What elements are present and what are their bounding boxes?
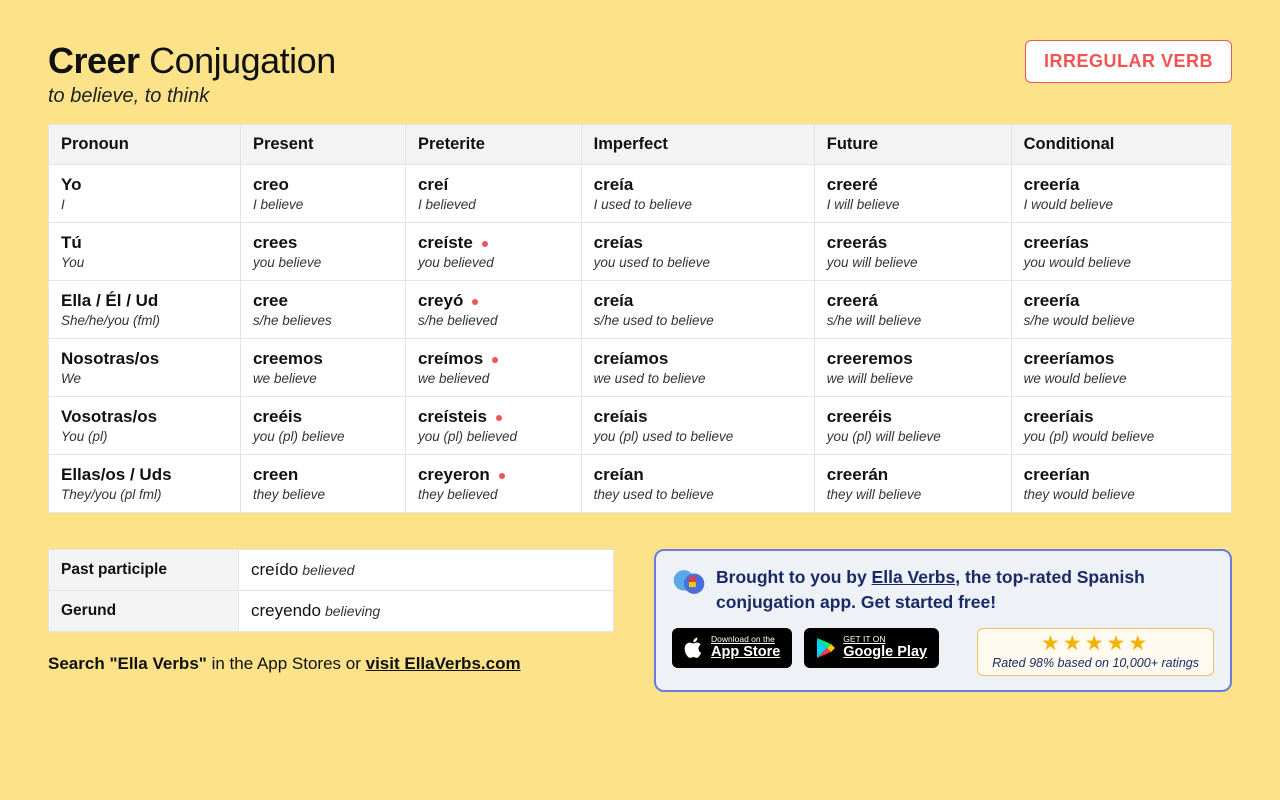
conjugation-cell: creísteis you (pl) believed — [405, 397, 581, 455]
conjugation-cell: creeránthey will believe — [814, 455, 1011, 513]
visit-link[interactable]: visit EllaVerbs.com — [366, 654, 521, 673]
conjugation-cell: crees/he believes — [240, 281, 405, 339]
table-row: Ellas/os / UdsThey/you (pl fml)creenthey… — [49, 455, 1232, 513]
verb-translation: to believe, to think — [48, 85, 336, 108]
extra-forms-table: Past participlecreídobelievedGerundcreye… — [48, 549, 614, 632]
conjugation-cell: creerás/he will believe — [814, 281, 1011, 339]
google-play-badge[interactable]: GET IT ON Google Play — [804, 628, 939, 668]
irregular-dot-icon — [499, 473, 505, 479]
table-row: YoIcreoI believecreíI believedcreíaI use… — [49, 165, 1232, 223]
conjugation-cell: creeréI will believe — [814, 165, 1011, 223]
form-value: creyendobelieving — [239, 591, 614, 632]
conjugation-cell: creeríaI would believe — [1011, 165, 1231, 223]
app-store-badge[interactable]: Download on the App Store — [672, 628, 792, 668]
conjugation-cell: creyó s/he believed — [405, 281, 581, 339]
apple-icon — [684, 636, 704, 660]
conjugation-cell: creemoswe believe — [240, 339, 405, 397]
star-icon: ★★★★★ — [992, 633, 1199, 654]
conjugation-cell: creeremoswe will believe — [814, 339, 1011, 397]
irregular-dot-icon — [482, 241, 488, 247]
conjugation-cell: creeríanthey would believe — [1011, 455, 1231, 513]
conjugation-cell: creeríamoswe would believe — [1011, 339, 1231, 397]
form-label: Past participle — [49, 550, 239, 591]
conjugation-cell: creíanthey used to believe — [581, 455, 814, 513]
irregular-dot-icon — [492, 357, 498, 363]
conjugation-cell: creenthey believe — [240, 455, 405, 513]
conjugation-cell: creíI believed — [405, 165, 581, 223]
conjugation-cell: creíaI used to believe — [581, 165, 814, 223]
conjugation-table: PronounPresentPreteriteImperfectFutureCo… — [48, 124, 1232, 513]
pronoun-cell: Nosotras/osWe — [49, 339, 241, 397]
search-instructions: Search "Ella Verbs" in the App Stores or… — [48, 654, 614, 674]
pronoun-cell: YoI — [49, 165, 241, 223]
conjugation-cell: creías/he used to believe — [581, 281, 814, 339]
column-header: Pronoun — [49, 125, 241, 165]
conjugation-cell: creeríaisyou (pl) would believe — [1011, 397, 1231, 455]
column-header: Present — [240, 125, 405, 165]
table-row: Vosotras/osYou (pl)creéisyou (pl) believ… — [49, 397, 1232, 455]
table-row: Nosotras/osWecreemoswe believecreímos we… — [49, 339, 1232, 397]
irregular-badge: IRREGULAR VERB — [1025, 40, 1232, 83]
ella-verbs-link[interactable]: Ella Verbs — [872, 567, 956, 587]
rating-box: ★★★★★ Rated 98% based on 10,000+ ratings — [977, 628, 1214, 676]
conjugation-cell: creeríasyou would believe — [1011, 223, 1231, 281]
table-row: Ella / Él / UdShe/he/you (fml)crees/he b… — [49, 281, 1232, 339]
conjugation-cell: creesyou believe — [240, 223, 405, 281]
form-label: Gerund — [49, 591, 239, 632]
pronoun-cell: Ella / Él / UdShe/he/you (fml) — [49, 281, 241, 339]
column-header: Imperfect — [581, 125, 814, 165]
table-row: Past participlecreídobelieved — [49, 550, 614, 591]
pronoun-cell: Vosotras/osYou (pl) — [49, 397, 241, 455]
irregular-dot-icon — [496, 415, 502, 421]
conjugation-cell: creíaisyou (pl) used to believe — [581, 397, 814, 455]
page-title: Creer Conjugation — [48, 40, 336, 82]
conjugation-cell: creíste you believed — [405, 223, 581, 281]
column-header: Conditional — [1011, 125, 1231, 165]
pronoun-cell: Ellas/os / UdsThey/you (pl fml) — [49, 455, 241, 513]
google-play-icon — [816, 637, 836, 659]
conjugation-cell: creíamoswe used to believe — [581, 339, 814, 397]
conjugation-cell: creerías/he would believe — [1011, 281, 1231, 339]
conjugation-cell: creeréisyou (pl) will believe — [814, 397, 1011, 455]
conjugation-cell: creoI believe — [240, 165, 405, 223]
column-header: Preterite — [405, 125, 581, 165]
table-row: Gerundcreyendobelieving — [49, 591, 614, 632]
promo-text: Brought to you by Ella Verbs, the top-ra… — [716, 565, 1214, 614]
conjugation-cell: creyeron they believed — [405, 455, 581, 513]
pronoun-cell: TúYou — [49, 223, 241, 281]
irregular-dot-icon — [472, 299, 478, 305]
table-row: TúYoucreesyou believecreíste you believe… — [49, 223, 1232, 281]
promo-panel: Brought to you by Ella Verbs, the top-ra… — [654, 549, 1232, 692]
app-logo-icon — [672, 565, 706, 599]
column-header: Future — [814, 125, 1011, 165]
conjugation-cell: creéisyou (pl) believe — [240, 397, 405, 455]
conjugation-cell: creíasyou used to believe — [581, 223, 814, 281]
form-value: creídobelieved — [239, 550, 614, 591]
conjugation-cell: creímos we believed — [405, 339, 581, 397]
conjugation-cell: creerásyou will believe — [814, 223, 1011, 281]
